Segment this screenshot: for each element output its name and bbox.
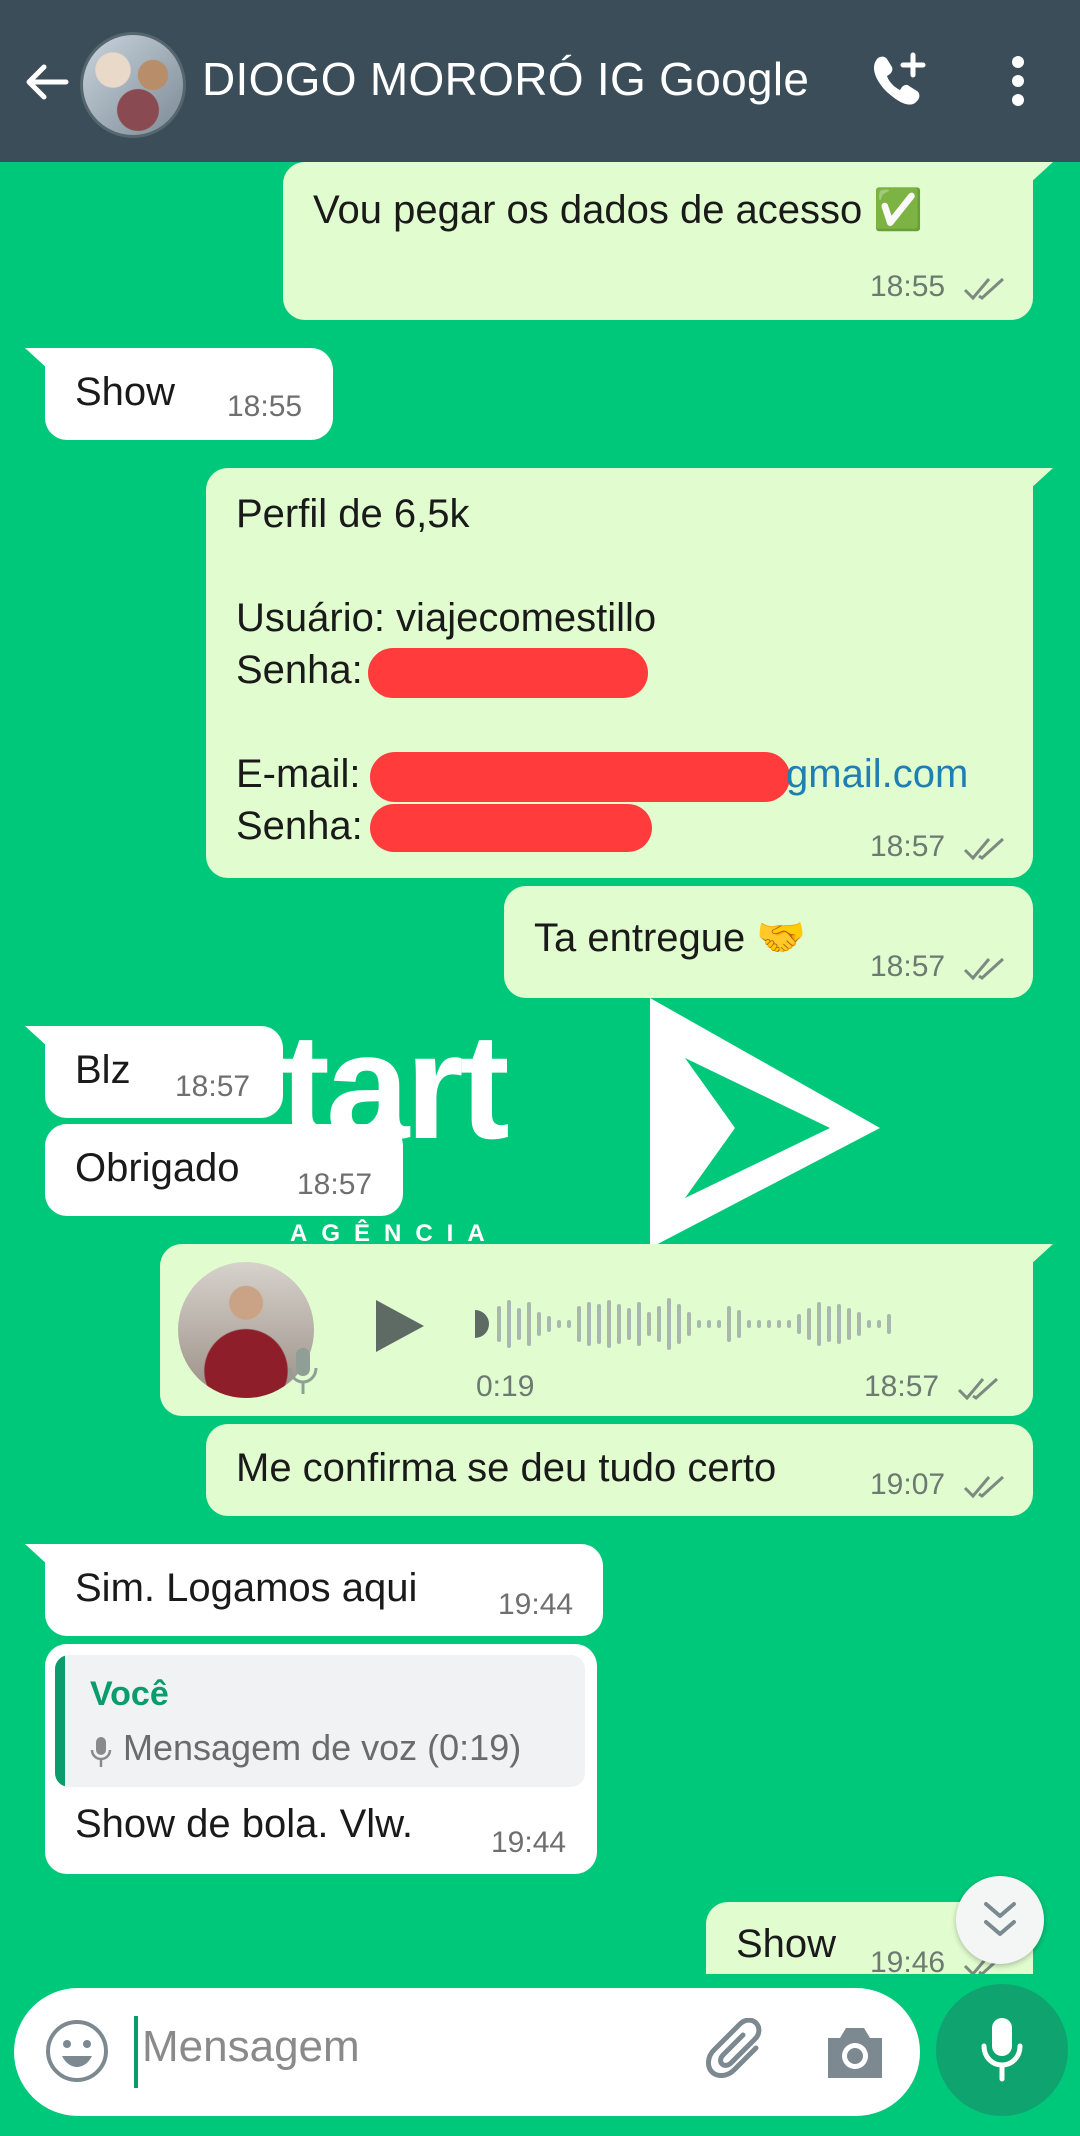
- message-time: 19:46: [870, 1946, 946, 1974]
- mic-icon: [90, 1737, 112, 1767]
- message-bubble-incoming[interactable]: Obrigado 18:57: [45, 1124, 403, 1216]
- message-text: Show: [75, 370, 176, 414]
- double-check-icon: [957, 1377, 999, 1401]
- double-check-icon: [963, 1475, 1005, 1499]
- back-arrow-icon[interactable]: [20, 55, 74, 109]
- message-time: 18:57: [297, 1168, 373, 1201]
- bubble-tail: [1029, 1244, 1053, 1266]
- message-time: 18:57: [864, 1370, 940, 1403]
- bubble-tail: [25, 348, 49, 370]
- message-time: 19:07: [870, 1468, 946, 1501]
- quoted-message[interactable]: Você Mensagem de voz (0:19): [55, 1655, 585, 1787]
- message-time: 18:55: [227, 390, 303, 423]
- redaction-mark: [368, 648, 648, 698]
- chevrons-down-icon: [984, 1902, 1016, 1936]
- bubble-tail: [1029, 468, 1053, 490]
- message-line: Senha:: [236, 804, 363, 848]
- message-time: 18:57: [175, 1070, 251, 1103]
- message-bubble-incoming[interactable]: Blz 18:57: [25, 1026, 283, 1118]
- bubble-tail: [25, 1026, 49, 1048]
- double-check-icon: [963, 277, 1005, 301]
- message-time: 19:44: [491, 1826, 567, 1859]
- play-icon[interactable]: [372, 1296, 428, 1356]
- message-composer[interactable]: Mensagem: [14, 1988, 920, 2116]
- message-time: 18:55: [870, 270, 946, 303]
- message-line: E-mail:: [236, 752, 361, 796]
- bubble-tail: [1029, 162, 1053, 184]
- message-bubble-outgoing[interactable]: Me confirma se deu tudo certo 19:07: [206, 1424, 1033, 1516]
- paperclip-icon[interactable]: [704, 2018, 774, 2088]
- double-check-icon: [963, 957, 1005, 981]
- mic-badge-icon: [288, 1348, 318, 1394]
- redaction-mark: [370, 752, 790, 802]
- message-input[interactable]: Mensagem: [142, 2022, 360, 2072]
- redaction-mark: [370, 804, 652, 852]
- message-bubble-outgoing[interactable]: Vou pegar os dados de acesso ✅ 18:55: [283, 162, 1053, 320]
- message-time: 18:57: [870, 830, 946, 863]
- quote-author: Você: [90, 1675, 169, 1713]
- scroll-to-bottom-button[interactable]: [956, 1876, 1044, 1964]
- message-text: Sim. Logamos aqui: [75, 1566, 418, 1610]
- message-line: Usuário: viajecomestillo: [236, 596, 657, 640]
- message-line: Perfil de 6,5k: [236, 492, 470, 536]
- message-text: Obrigado: [75, 1146, 240, 1190]
- message-bubble-incoming[interactable]: Sim. Logamos aqui 19:44: [25, 1544, 603, 1636]
- contact-avatar[interactable]: [80, 32, 186, 138]
- double-check-icon: [963, 837, 1005, 861]
- message-time: 18:57: [870, 950, 946, 983]
- message-text: Show de bola. Vlw.: [75, 1802, 413, 1846]
- emoji-icon[interactable]: [44, 2018, 110, 2084]
- voice-record-button[interactable]: [936, 1984, 1068, 2116]
- message-text: Ta entregue 🤝: [534, 916, 807, 960]
- message-text: Me confirma se deu tudo certo: [236, 1446, 777, 1490]
- mic-icon: [981, 2018, 1023, 2082]
- bubble-tail: [25, 1544, 49, 1566]
- phone-plus-icon[interactable]: [868, 52, 926, 110]
- message-bubble-incoming[interactable]: Show 18:55: [25, 348, 333, 440]
- message-text: Vou pegar os dados de acesso ✅: [313, 188, 924, 232]
- voice-waveform[interactable]: [475, 1294, 995, 1354]
- camera-icon[interactable]: [822, 2020, 888, 2084]
- message-text: Show: [736, 1922, 837, 1966]
- text-caret: [134, 2016, 138, 2088]
- message-bubble-outgoing[interactable]: Ta entregue 🤝 18:57: [504, 886, 1033, 998]
- voice-duration: 0:19: [476, 1370, 535, 1403]
- more-vertical-icon[interactable]: [994, 52, 1042, 110]
- watermark-play-logo: [650, 998, 880, 1248]
- contact-name[interactable]: DIOGO MORORÓ IG Google: [202, 52, 809, 106]
- chat-header: DIOGO MORORÓ IG Google: [0, 0, 1080, 162]
- email-link[interactable]: gmail.com: [786, 752, 968, 797]
- message-text: Blz: [75, 1048, 131, 1092]
- message-bubble-outgoing[interactable]: Perfil de 6,5k Usuário: viajecomestillo …: [206, 468, 1053, 878]
- message-time: 19:44: [498, 1588, 574, 1621]
- quote-text: Mensagem de voz (0:19): [123, 1727, 522, 1768]
- quote-accent-bar: [55, 1655, 65, 1787]
- message-line: Senha:: [236, 648, 363, 692]
